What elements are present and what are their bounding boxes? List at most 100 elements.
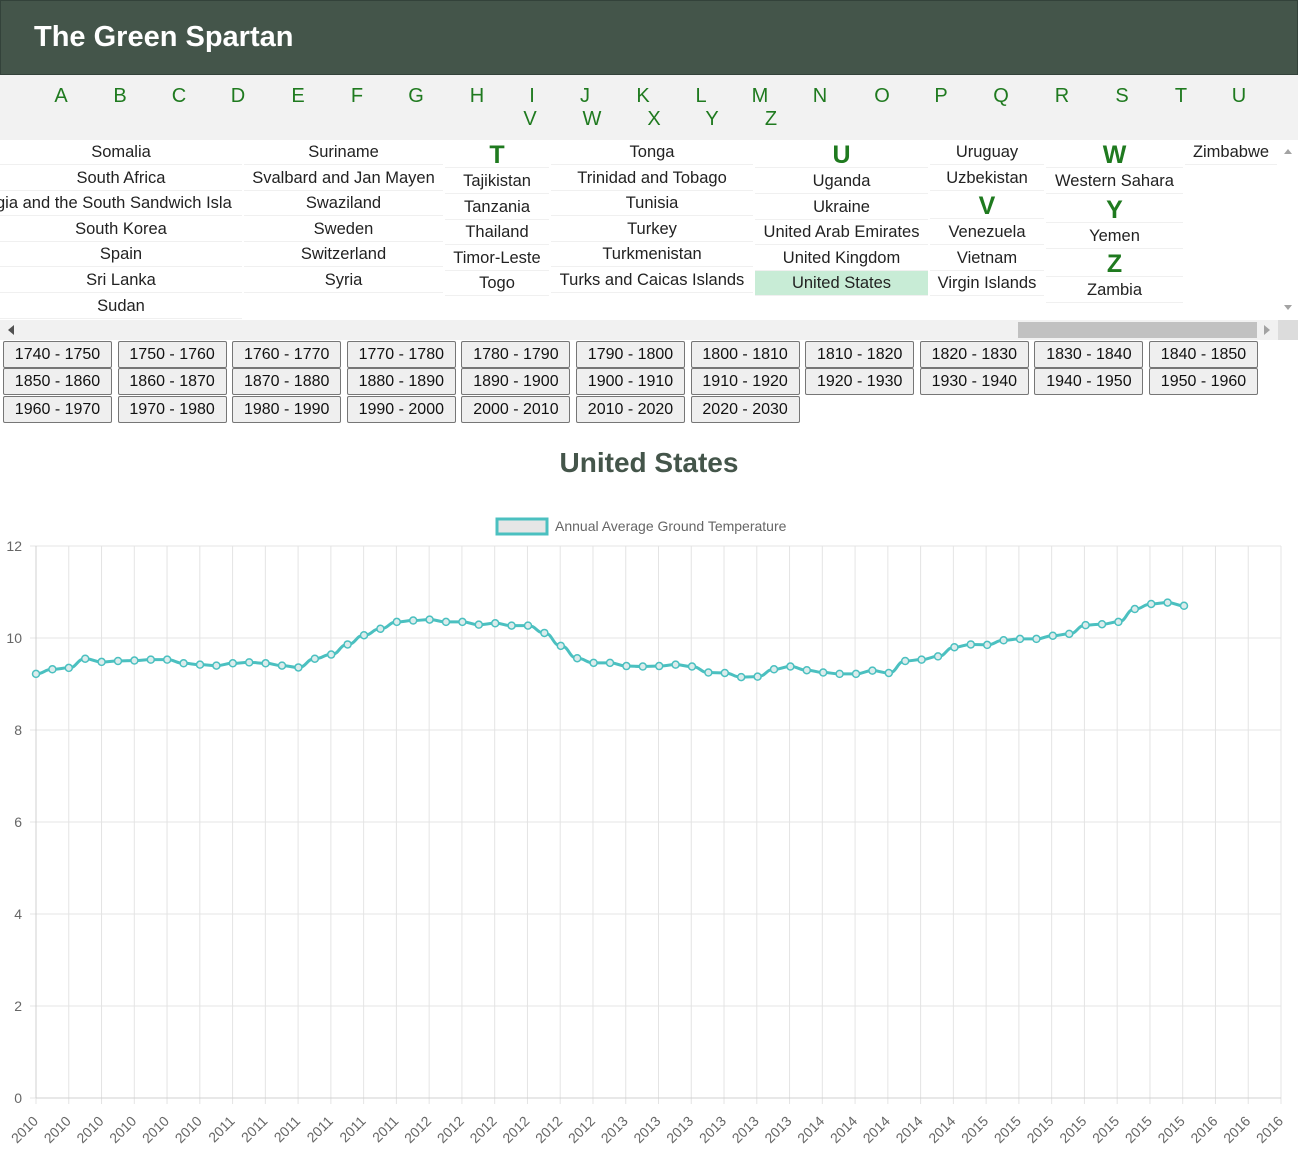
alpha-link-j[interactable]: J: [580, 85, 590, 108]
data-point[interactable]: [48, 665, 57, 674]
country-item[interactable]: Switzerland: [244, 242, 443, 268]
alpha-link-c[interactable]: C: [172, 85, 186, 108]
decade-button[interactable]: 1940 - 1950: [1034, 368, 1144, 395]
data-point[interactable]: [572, 653, 582, 663]
country-item[interactable]: Turks and Caicas Islands: [551, 268, 753, 293]
data-point[interactable]: [1032, 634, 1041, 644]
decade-button[interactable]: 1850 - 1860: [3, 368, 112, 395]
decade-button[interactable]: 1980 - 1990: [232, 396, 342, 423]
data-point[interactable]: [179, 659, 188, 668]
data-point[interactable]: [933, 652, 943, 661]
country-item[interactable]: Suriname: [244, 140, 443, 165]
data-point[interactable]: [80, 654, 90, 663]
country-item[interactable]: Tajikistan: [445, 169, 549, 194]
data-point[interactable]: [310, 654, 320, 663]
data-point[interactable]: [408, 616, 418, 625]
decade-button[interactable]: 1970 - 1980: [117, 396, 227, 423]
data-point[interactable]: [786, 662, 795, 671]
horizontal-scroll-thumb[interactable]: [1018, 322, 1257, 338]
data-point[interactable]: [31, 669, 41, 679]
data-point[interactable]: [441, 617, 451, 627]
data-point[interactable]: [359, 630, 369, 640]
data-point[interactable]: [261, 659, 270, 668]
decade-button[interactable]: 1830 - 1840: [1034, 341, 1144, 368]
data-point[interactable]: [638, 662, 648, 671]
alpha-link-w[interactable]: W: [583, 108, 602, 131]
country-item[interactable]: Tunisia: [551, 191, 753, 217]
legend-swatch[interactable]: [495, 517, 549, 536]
scroll-right-arrow-icon[interactable]: [1264, 325, 1270, 335]
decade-button[interactable]: 1840 - 1850: [1149, 341, 1258, 368]
decade-button[interactable]: 1950 - 1960: [1149, 368, 1258, 395]
data-point[interactable]: [556, 641, 566, 651]
data-point[interactable]: [1130, 604, 1140, 614]
data-point[interactable]: [343, 640, 352, 649]
data-point[interactable]: [736, 672, 746, 682]
data-point[interactable]: [1097, 619, 1107, 629]
alpha-link-d[interactable]: D: [231, 85, 245, 108]
data-point[interactable]: [523, 621, 533, 630]
data-point[interactable]: [654, 661, 664, 671]
decade-button[interactable]: 1790 - 1800: [576, 341, 685, 368]
country-item[interactable]: South Africa: [0, 166, 242, 191]
data-point[interactable]: [802, 665, 812, 675]
country-item[interactable]: gia and the South Sandwich Isla: [0, 191, 242, 217]
decade-button[interactable]: 1770 - 1780: [346, 341, 456, 368]
alpha-link-s[interactable]: S: [1115, 85, 1128, 108]
country-item[interactable]: Virgin Islands: [930, 271, 1044, 297]
decade-button[interactable]: 1740 - 1750: [3, 341, 112, 368]
decade-button[interactable]: 1910 - 1920: [690, 368, 800, 395]
data-point[interactable]: [671, 660, 680, 669]
data-point[interactable]: [195, 660, 205, 669]
country-item[interactable]: Sweden: [244, 217, 443, 242]
country-item[interactable]: Vietnam: [930, 246, 1044, 271]
scroll-down-arrow-icon[interactable]: [1284, 305, 1292, 310]
scroll-up-arrow-icon[interactable]: [1284, 149, 1292, 154]
data-point[interactable]: [474, 620, 484, 629]
alpha-link-g[interactable]: G: [408, 85, 424, 108]
data-point[interactable]: [507, 621, 516, 630]
alpha-link-q[interactable]: Q: [993, 85, 1009, 108]
country-item[interactable]: United Kingdom: [755, 246, 928, 271]
data-point[interactable]: [540, 628, 549, 638]
country-item[interactable]: Syria: [244, 268, 443, 293]
data-point[interactable]: [851, 669, 861, 679]
data-point[interactable]: [1179, 601, 1189, 611]
scroll-left-arrow-icon[interactable]: [8, 325, 14, 335]
country-item[interactable]: Somalia: [0, 140, 242, 165]
data-point[interactable]: [130, 656, 139, 665]
alpha-link-p[interactable]: P: [934, 85, 947, 108]
data-point[interactable]: [687, 662, 697, 671]
data-point[interactable]: [589, 658, 598, 668]
decade-button[interactable]: 1810 - 1820: [805, 341, 915, 368]
alpha-link-b[interactable]: B: [113, 85, 126, 108]
legend-label[interactable]: Annual Average Ground Temperature: [555, 518, 787, 534]
country-item[interactable]: Sudan: [0, 294, 242, 319]
decade-button[interactable]: 1820 - 1830: [919, 341, 1029, 368]
country-item[interactable]: Svalbard and Jan Mayen: [244, 166, 443, 191]
decade-button[interactable]: 2000 - 2010: [461, 396, 571, 423]
alpha-link-a[interactable]: A: [54, 85, 67, 108]
country-item[interactable]: South Korea: [0, 217, 242, 242]
country-item[interactable]: Togo: [445, 271, 549, 297]
country-list[interactable]: Somalia South Africa gia and the South San…: [0, 140, 1298, 320]
decade-button[interactable]: 1920 - 1930: [805, 368, 915, 395]
data-point[interactable]: [1146, 599, 1156, 609]
alpha-link-h[interactable]: H: [470, 85, 484, 108]
data-point[interactable]: [868, 666, 877, 675]
decade-button[interactable]: 1780 - 1790: [461, 341, 571, 368]
data-point[interactable]: [884, 668, 894, 678]
data-point[interactable]: [392, 617, 402, 627]
alpha-link-y[interactable]: Y: [705, 108, 718, 131]
data-point[interactable]: [835, 669, 844, 679]
decade-button[interactable]: 1900 - 1910: [576, 368, 685, 395]
country-item[interactable]: Ukraine: [755, 195, 928, 220]
data-point[interactable]: [769, 665, 779, 674]
alpha-link-m[interactable]: M: [752, 85, 769, 108]
alpha-link-x[interactable]: X: [647, 108, 660, 131]
data-point[interactable]: [277, 661, 287, 670]
country-item[interactable]: Tanzania: [445, 195, 549, 220]
data-point[interactable]: [97, 657, 106, 667]
data-point[interactable]: [704, 668, 713, 677]
data-point[interactable]: [113, 656, 123, 666]
